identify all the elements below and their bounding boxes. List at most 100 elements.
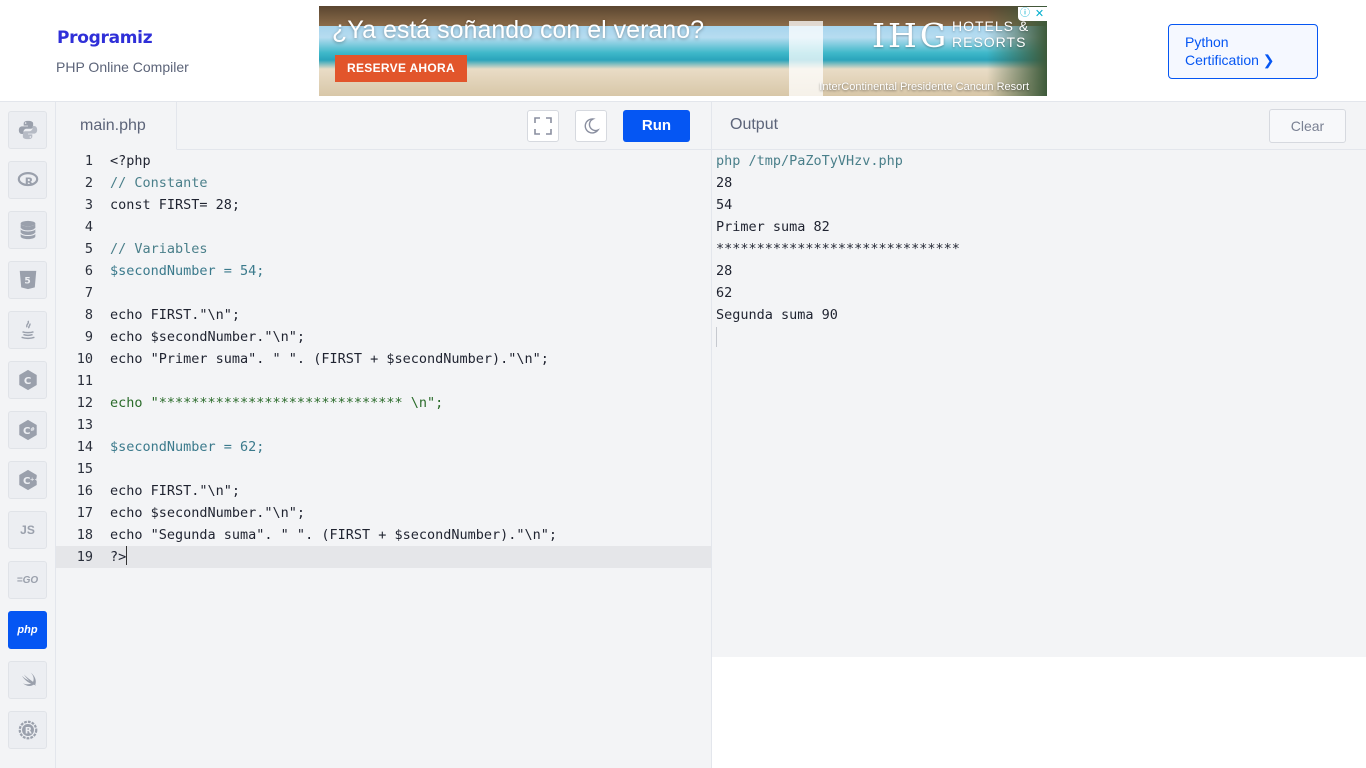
python-certification-button[interactable]: Python Certification ❯	[1168, 24, 1318, 79]
code-line: 2 // Constante	[56, 172, 711, 194]
output-line: 28	[716, 175, 733, 191]
line-number: 3	[84, 197, 93, 213]
code-line: 12 echo "****************************** \…	[56, 392, 711, 414]
svg-text:++: ++	[29, 477, 38, 483]
ad-cta-button[interactable]: RESERVE AHORA	[335, 55, 467, 82]
svg-text:C: C	[23, 376, 30, 387]
output-line: ******************************	[716, 241, 960, 257]
code-text: // Constante	[110, 175, 208, 191]
code-line: 16 echo FIRST."\n";	[56, 480, 711, 502]
line-number: 13	[76, 417, 93, 433]
sidebar-item-javascript[interactable]: JS	[8, 511, 47, 549]
line-number: 12	[76, 395, 93, 411]
line-number: 16	[76, 483, 93, 499]
code-line: 14 $secondNumber = 62;	[56, 436, 711, 458]
ad-close-icon[interactable]: ✕	[1032, 7, 1047, 21]
header: Programiz PHP Online Compiler ¿Ya está s…	[0, 0, 1366, 102]
ad-location-text: InterContinental Presidente Cancun Resor…	[819, 81, 1029, 93]
ad-brand-subtitle: HOTELS & RESORTS	[952, 18, 1029, 50]
dark-mode-toggle[interactable]	[575, 110, 607, 142]
svg-text:#: #	[30, 427, 35, 433]
python-icon	[18, 120, 37, 140]
sidebar-item-cpp[interactable]: C ++	[8, 461, 47, 499]
text-cursor	[126, 546, 128, 565]
file-tab-main-php[interactable]: main.php	[56, 102, 177, 150]
fullscreen-icon	[534, 117, 552, 135]
ad-info-icon[interactable]: ⓘ	[1018, 7, 1032, 21]
code-text: echo "Segunda suma". " ". (FIRST + $seco…	[110, 527, 558, 543]
line-number: 10	[76, 351, 93, 367]
swift-icon	[21, 672, 36, 686]
rust-icon: R	[18, 720, 37, 740]
line-number: 2	[84, 175, 93, 191]
code-line: 10 echo "Primer suma". " ". (FIRST + $sec…	[56, 348, 711, 370]
sidebar-item-c[interactable]: C	[8, 361, 47, 399]
clear-button[interactable]: Clear	[1269, 109, 1346, 143]
code-text: const FIRST= 28;	[110, 197, 241, 213]
database-icon	[19, 220, 36, 240]
code-text: echo $secondNumber."\n";	[110, 505, 306, 521]
sidebar-item-java[interactable]	[8, 311, 47, 349]
line-number: 11	[76, 373, 93, 389]
code-line: 8 echo FIRST."\n";	[56, 304, 711, 326]
ad-brand-sub-line2: RESORTS	[952, 34, 1027, 50]
ad-curtain-image	[789, 21, 823, 96]
svg-text:5: 5	[24, 276, 30, 287]
sidebar-item-r[interactable]: R	[8, 161, 47, 199]
sidebar-item-csharp[interactable]: C #	[8, 411, 47, 449]
sidebar-item-sql[interactable]	[8, 211, 47, 249]
code-line: 17 echo $secondNumber."\n";	[56, 502, 711, 524]
page-subtitle: PHP Online Compiler	[56, 59, 189, 75]
ad-brand-sub-line1: HOTELS &	[952, 18, 1030, 34]
java-icon	[20, 320, 35, 340]
sidebar-item-go[interactable]: =GO	[8, 561, 47, 599]
code-line: 4	[56, 216, 711, 238]
svg-text:R: R	[24, 726, 31, 737]
output-panel: Output Clear php /tmp/PaZoTyVHzv.php 28 …	[711, 102, 1366, 768]
line-number: 7	[84, 285, 93, 301]
sidebar-item-php[interactable]: php	[8, 611, 47, 649]
output-command: php /tmp/PaZoTyVHzv.php	[716, 153, 903, 169]
line-number: 9	[84, 329, 93, 345]
moon-icon	[584, 118, 600, 134]
code-area[interactable]: 1 <?php 2 // Constante 3 const FIRST= 28; 4…	[56, 150, 711, 768]
cpp-icon: C ++	[18, 469, 39, 491]
sidebar-item-rust[interactable]: R	[8, 711, 47, 749]
line-number: 5	[84, 241, 93, 257]
line-number: 18	[76, 527, 93, 543]
c-icon: C	[18, 369, 37, 391]
advertisement-banner[interactable]: ¿Ya está soñando con el verano? IHG HOTE…	[319, 6, 1047, 96]
output-line: 28	[716, 263, 733, 279]
code-line-current: 19 ?>	[56, 546, 711, 568]
run-button[interactable]: Run	[623, 110, 690, 142]
fullscreen-button[interactable]	[527, 110, 559, 142]
output-footer-blank	[712, 657, 1366, 768]
programiz-logo[interactable]: Programiz	[57, 28, 153, 48]
line-number: 15	[76, 461, 93, 477]
output-console[interactable]: php /tmp/PaZoTyVHzv.php 28 54 Primer sum…	[716, 150, 960, 347]
output-caret	[716, 327, 717, 347]
code-line: 3 const FIRST= 28;	[56, 194, 711, 216]
code-text: $secondNumber = 54;	[110, 263, 265, 279]
go-icon: =GO	[16, 574, 39, 586]
code-line: 1 <?php	[56, 150, 711, 172]
r-icon: R	[17, 172, 38, 189]
sidebar-item-python[interactable]	[8, 111, 47, 149]
output-line: Segunda suma 90	[716, 307, 838, 323]
javascript-icon: JS	[20, 523, 35, 537]
code-line: 11	[56, 370, 711, 392]
sidebar-item-html[interactable]: 5	[8, 261, 47, 299]
output-line: Primer suma 82	[716, 219, 830, 235]
output-toolbar: Output Clear	[712, 102, 1366, 150]
code-editor-panel: main.php Run 1 <?php 2 // Constante 3 const…	[56, 102, 711, 768]
code-text: echo FIRST."\n";	[110, 307, 241, 323]
code-text: echo FIRST."\n";	[110, 483, 241, 499]
output-title: Output	[730, 116, 779, 133]
sidebar-item-swift[interactable]	[8, 661, 47, 699]
code-text: echo "****************************** \n"…	[110, 395, 444, 411]
code-text: // Variables	[110, 241, 208, 257]
code-text: $secondNumber = 62;	[110, 439, 265, 455]
code-line: 18 echo "Segunda suma". " ". (FIRST + $se…	[56, 524, 711, 546]
code-text: echo $secondNumber."\n";	[110, 329, 306, 345]
html5-icon: 5	[19, 270, 36, 290]
